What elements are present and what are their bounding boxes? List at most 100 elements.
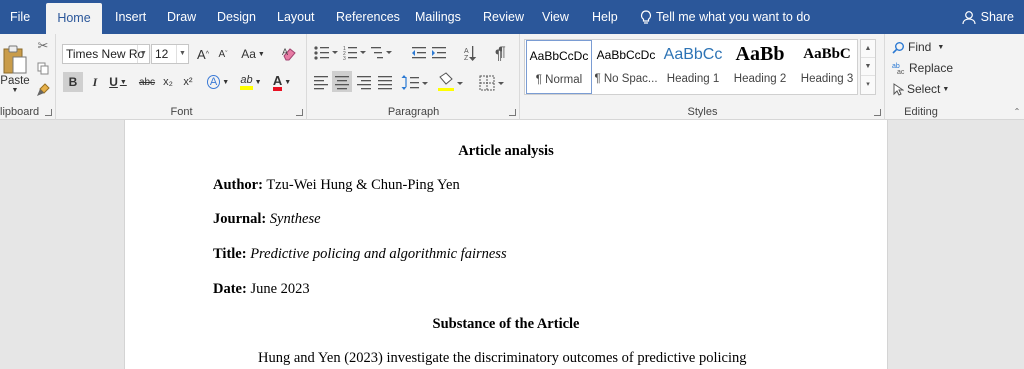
- style-preview: AaBbC: [803, 46, 851, 62]
- tab-insert[interactable]: Insert: [105, 0, 156, 34]
- bold-button[interactable]: B: [63, 72, 83, 92]
- replace-label: Replace: [909, 61, 954, 75]
- style-heading-1[interactable]: AaBbCc Heading 1: [660, 40, 726, 94]
- journal-line: Journal: Synthese: [213, 211, 321, 228]
- tab-draw[interactable]: Draw: [157, 0, 206, 34]
- editing-group-label: Editing: [904, 106, 938, 118]
- tab-home[interactable]: Home: [46, 3, 102, 34]
- share-label: Share: [980, 10, 1014, 24]
- chevron-down-icon: ▼: [937, 43, 945, 51]
- body-paragraph-line: Hung and Yen (2023) investigate the disc…: [258, 350, 747, 366]
- svg-text:3: 3: [343, 56, 346, 62]
- author-value: Tzu-Wei Hung & Chun-Ping Yen: [266, 177, 460, 193]
- superscript-icon: x²: [183, 76, 193, 88]
- journal-label: Journal:: [213, 211, 267, 227]
- collapse-ribbon-icon[interactable]: ⌃: [1012, 106, 1022, 116]
- text-effects-button[interactable]: A ▼: [205, 72, 231, 92]
- underline-button[interactable]: U ▼: [107, 72, 129, 92]
- tab-layout[interactable]: Layout: [267, 0, 325, 34]
- tab-mailings[interactable]: Mailings: [405, 0, 471, 34]
- font-name-value: Times New Ro: [66, 47, 145, 61]
- styles-launcher-icon[interactable]: [874, 109, 881, 116]
- font-color-button[interactable]: A ▼: [269, 72, 295, 92]
- copy-button[interactable]: [35, 60, 51, 76]
- tab-file[interactable]: File: [0, 0, 40, 34]
- chevron-down-icon: ▼: [11, 86, 19, 94]
- paragraph-group-label: Paragraph: [387, 106, 440, 118]
- format-painter-button[interactable]: [35, 82, 51, 98]
- document-title: Article analysis: [458, 143, 554, 159]
- styles-scroll: ▲ ▼ ▾: [860, 39, 876, 95]
- highlight-button[interactable]: ab ▼: [237, 72, 265, 92]
- font-size-combo[interactable]: 12 ▼: [151, 44, 189, 64]
- title-line: Title: Predictive policing and algorithm…: [213, 246, 507, 263]
- italic-button[interactable]: I: [86, 72, 104, 92]
- tab-help[interactable]: Help: [582, 0, 628, 34]
- style-no-spacing[interactable]: AaBbCcDc ¶ No Spac...: [593, 40, 659, 94]
- cut-button[interactable]: ✂: [35, 38, 51, 54]
- cursor-arrow-icon: [893, 82, 904, 96]
- font-name-combo[interactable]: Times New Ro ▼: [62, 44, 150, 64]
- paragraph-launcher-icon[interactable]: [509, 109, 516, 116]
- multilevel-list-icon: [371, 47, 392, 59]
- lightbulb-icon: [640, 10, 652, 24]
- bullets-icon: [314, 46, 338, 60]
- eraser-icon: A: [282, 47, 296, 61]
- style-preview: AaBbCcDc: [529, 49, 589, 63]
- find-button[interactable]: Find ▼: [892, 38, 944, 56]
- date-value: June 2023: [250, 281, 310, 297]
- style-heading-2[interactable]: AaBb Heading 2: [727, 40, 793, 94]
- title-label: Title:: [213, 246, 247, 262]
- select-label: Select: [907, 82, 941, 96]
- superscript-button[interactable]: x²: [179, 72, 197, 92]
- clipboard-launcher-icon[interactable]: [45, 109, 52, 116]
- style-name: ¶ No Spac...: [594, 73, 658, 85]
- chevron-down-icon[interactable]: ▼: [137, 45, 149, 63]
- paste-label: Paste: [0, 74, 30, 87]
- styles-gallery: AaBbCcDc ¶ Normal AaBbCcDc ¶ No Spac... …: [524, 39, 858, 95]
- more-styles-icon[interactable]: ▾: [861, 76, 875, 94]
- chevron-down-icon[interactable]: ▼: [176, 45, 188, 63]
- shrink-font-icon: A: [218, 48, 226, 60]
- align-right-icon: [357, 76, 371, 90]
- tab-design[interactable]: Design: [207, 0, 266, 34]
- tell-me-text: Tell me what you want to do: [656, 10, 811, 24]
- replace-button[interactable]: ab ac Replace: [892, 59, 953, 77]
- grow-font-button[interactable]: A ^: [195, 44, 211, 64]
- style-name: ¶ Normal: [535, 74, 583, 86]
- style-name: Heading 1: [666, 73, 720, 85]
- justify-icon: [378, 76, 392, 90]
- style-normal[interactable]: AaBbCcDc ¶ Normal: [526, 40, 592, 94]
- shrink-font-button[interactable]: Aˇ: [215, 44, 231, 64]
- tell-me-box[interactable]: Tell me what you want to do: [640, 0, 810, 34]
- chevron-up-icon[interactable]: ▲: [861, 40, 875, 58]
- share-button[interactable]: Share: [962, 0, 1014, 34]
- text-effects-icon: A: [206, 75, 221, 89]
- select-button[interactable]: Select ▼: [892, 80, 949, 98]
- shading-icon: [438, 72, 463, 91]
- tab-references[interactable]: References: [326, 0, 410, 34]
- borders-icon: [479, 75, 504, 91]
- style-heading-3[interactable]: AaBbC Heading 3: [794, 40, 860, 94]
- font-launcher-icon[interactable]: [296, 109, 303, 116]
- change-case-button[interactable]: Aa ▼: [240, 44, 266, 64]
- sort-icon: AZ: [464, 46, 477, 62]
- document-page[interactable]: Article analysis Author: Tzu-Wei Hung & …: [124, 120, 888, 369]
- find-label: Find: [908, 40, 932, 54]
- clipboard-icon: [3, 45, 27, 73]
- clear-formatting-button[interactable]: A: [279, 44, 299, 64]
- ribbon-tab-bar: File Home Insert Draw Design Layout Refe…: [0, 0, 1024, 34]
- paste-button[interactable]: Paste ▼: [0, 38, 30, 100]
- document-workspace: Article analysis Author: Tzu-Wei Hung & …: [0, 120, 1024, 369]
- subscript-button[interactable]: x₂: [159, 72, 177, 92]
- strikethrough-button[interactable]: abc: [137, 72, 157, 92]
- italic-icon: I: [92, 74, 98, 89]
- scissors-icon: ✂: [37, 38, 49, 53]
- show-formatting-button[interactable]: ¶: [494, 42, 510, 60]
- tab-review[interactable]: Review: [473, 0, 534, 34]
- tab-view[interactable]: View: [532, 0, 579, 34]
- svg-text:Z: Z: [464, 55, 469, 62]
- svg-text:A: A: [282, 47, 288, 57]
- font-group: Times New Ro ▼ 12 ▼ A ^ Aˇ Aa ▼ A B I U ▼ abc…: [57, 34, 307, 120]
- chevron-down-icon[interactable]: ▼: [861, 58, 875, 76]
